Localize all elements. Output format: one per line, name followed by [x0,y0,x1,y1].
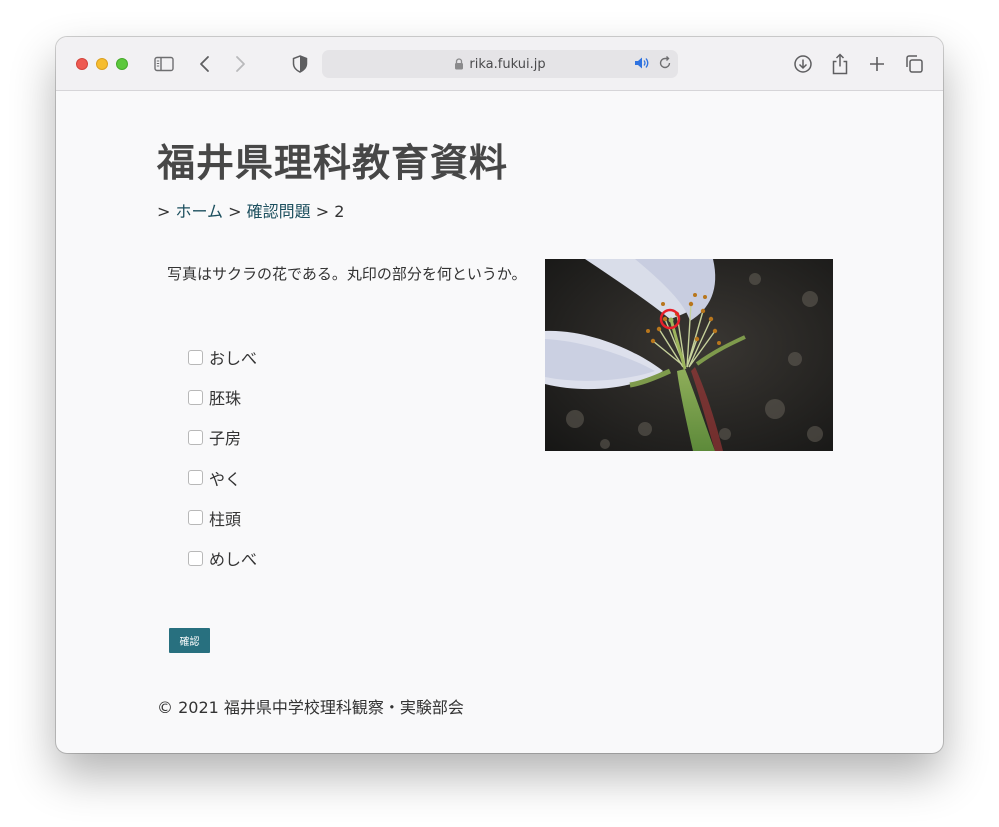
option-label: 柱頭 [209,509,242,529]
reload-icon[interactable] [658,56,672,70]
minimize-window-button[interactable] [96,58,108,70]
address-bar[interactable]: rika.fukui.jp [322,50,678,78]
confirm-button[interactable]: 確認 [169,628,210,653]
breadcrumb-separator: > [310,202,335,221]
checkbox[interactable] [188,349,203,365]
option-yaku[interactable]: やく [188,458,257,498]
lock-icon [454,58,464,70]
breadcrumb-current: 2 [334,202,345,221]
option-label: おしべ [209,349,258,369]
breadcrumb-separator: > [157,202,176,221]
option-chuutou[interactable]: 柱頭 [188,498,257,538]
option-meshibe[interactable]: めしべ [188,538,257,578]
breadcrumb: > ホーム > 確認問題 > 2 [157,198,344,222]
breadcrumb-section-link[interactable]: 確認問題 [247,202,311,221]
option-shibou[interactable]: 子房 [188,417,257,457]
breadcrumb-home-link[interactable]: ホーム [176,202,224,221]
zoom-window-button[interactable] [116,58,128,70]
answer-options: おしべ 胚珠 子房 やく 柱頭 めしべ [188,337,257,578]
browser-window: rika.fukui.jp 福井県理科教育資料 > ホーム > 確認問題 > 2 [56,37,943,753]
tabs-overview-icon[interactable] [902,52,926,76]
site-title: 福井県理科教育資料 [157,141,509,185]
checkbox[interactable] [188,470,203,486]
browser-toolbar: rika.fukui.jp [56,37,943,91]
option-label: やく [209,469,242,489]
option-label: 子房 [209,429,242,449]
footer-copyright: © 2021 福井県中学校理科観察・実験部会 [157,698,464,717]
share-icon[interactable] [828,52,852,76]
checkbox[interactable] [188,550,203,566]
checkbox[interactable] [188,510,203,526]
url-text: rika.fukui.jp [469,56,546,72]
speaker-icon[interactable] [634,56,650,70]
close-window-button[interactable] [76,58,88,70]
forward-icon[interactable] [228,52,252,76]
option-label: めしべ [209,550,258,570]
option-haishu[interactable]: 胚珠 [188,377,257,417]
option-label: 胚珠 [209,389,242,409]
sidebar-icon[interactable] [152,52,176,76]
new-tab-icon[interactable] [865,52,889,76]
cherry-blossom-photo [545,259,833,451]
breadcrumb-separator: > [223,202,247,221]
page-content: 福井県理科教育資料 > ホーム > 確認問題 > 2 写真はサクラの花である。丸… [56,92,943,753]
checkbox[interactable] [188,429,203,445]
checkbox[interactable] [188,389,203,405]
download-icon[interactable] [791,52,815,76]
back-icon[interactable] [193,52,217,76]
shield-icon[interactable] [288,52,312,76]
option-osibe[interactable]: おしべ [188,337,257,377]
question-text: 写真はサクラの花である。丸印の部分を何というか。 [167,265,527,283]
